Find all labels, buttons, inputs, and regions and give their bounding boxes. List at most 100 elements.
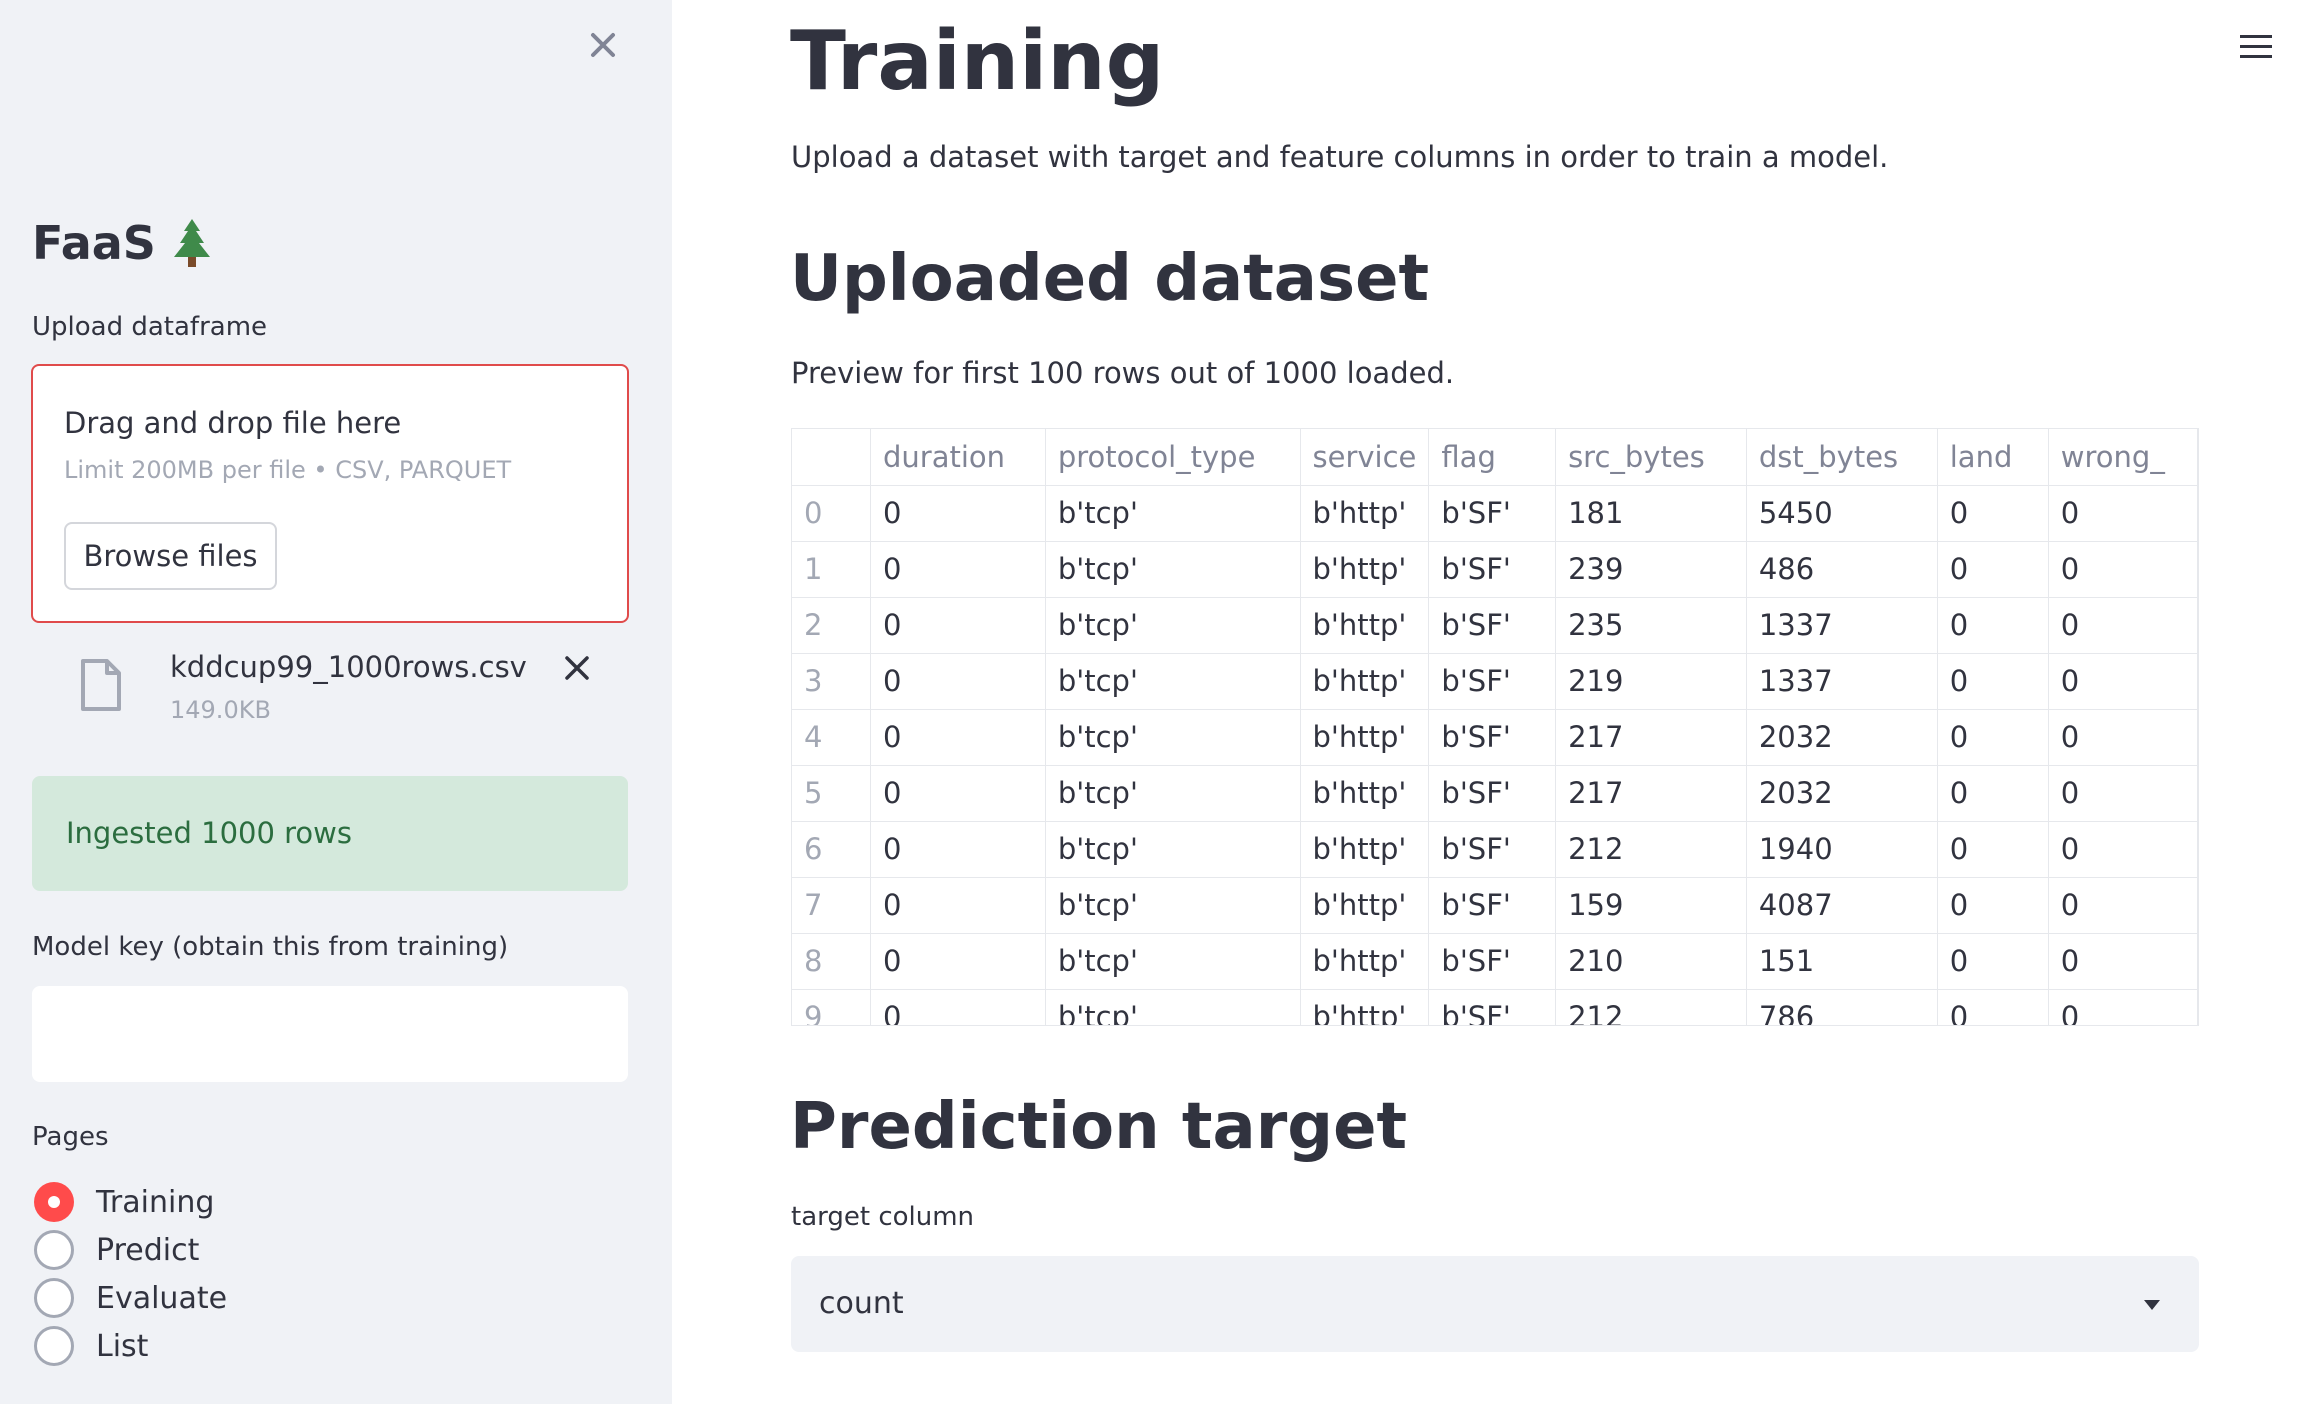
column-header[interactable]: land bbox=[1937, 429, 2049, 486]
row-index-cell[interactable]: 1 bbox=[792, 541, 872, 598]
target-column-select[interactable]: count bbox=[791, 1256, 2199, 1352]
page-radio-training[interactable]: Training bbox=[34, 1178, 227, 1226]
table-cell[interactable]: b'http' bbox=[1300, 653, 1430, 710]
table-cell[interactable]: b'tcp' bbox=[1045, 989, 1301, 1025]
table-row[interactable]: 3 0 b'tcp' b'http' b'SF' 219 1337 0 0 bbox=[792, 653, 2198, 710]
table-cell[interactable]: 0 bbox=[2048, 877, 2198, 934]
table-cell[interactable]: 0 bbox=[2048, 821, 2198, 878]
radio-unselected-icon[interactable] bbox=[34, 1278, 74, 1318]
table-cell[interactable]: 0 bbox=[2048, 933, 2198, 990]
column-header[interactable]: wrong_ bbox=[2048, 429, 2198, 486]
row-index-cell[interactable]: 9 bbox=[792, 989, 872, 1025]
table-cell[interactable]: 0 bbox=[2048, 653, 2198, 710]
table-cell[interactable]: 786 bbox=[1746, 989, 1938, 1025]
table-cell[interactable]: b'SF' bbox=[1428, 709, 1557, 766]
table-cell[interactable]: b'http' bbox=[1300, 989, 1430, 1025]
table-cell[interactable]: 0 bbox=[870, 821, 1046, 878]
table-cell[interactable]: 2032 bbox=[1746, 709, 1938, 766]
table-cell[interactable]: b'http' bbox=[1300, 933, 1430, 990]
page-radio-list[interactable]: List bbox=[34, 1322, 227, 1370]
table-cell[interactable]: 0 bbox=[2048, 765, 2198, 822]
table-row[interactable]: 4 0 b'tcp' b'http' b'SF' 217 2032 0 0 bbox=[792, 709, 2198, 766]
table-cell[interactable]: 0 bbox=[1937, 485, 2049, 542]
table-cell[interactable]: 0 bbox=[1937, 541, 2049, 598]
radio-unselected-icon[interactable] bbox=[34, 1230, 74, 1270]
row-index-cell[interactable]: 3 bbox=[792, 653, 872, 710]
table-cell[interactable]: 0 bbox=[870, 933, 1046, 990]
table-cell[interactable]: b'tcp' bbox=[1045, 821, 1301, 878]
browse-files-button[interactable]: Browse files bbox=[64, 522, 277, 590]
column-header[interactable] bbox=[792, 429, 872, 486]
table-cell[interactable]: b'tcp' bbox=[1045, 709, 1301, 766]
table-row[interactable]: 5 0 b'tcp' b'http' b'SF' 217 2032 0 0 bbox=[792, 765, 2198, 822]
table-cell[interactable]: 0 bbox=[1937, 877, 2049, 934]
table-cell[interactable]: 0 bbox=[870, 597, 1046, 654]
table-cell[interactable]: 217 bbox=[1555, 709, 1747, 766]
table-cell[interactable]: 181 bbox=[1555, 485, 1747, 542]
table-cell[interactable]: b'tcp' bbox=[1045, 485, 1301, 542]
table-cell[interactable]: 219 bbox=[1555, 653, 1747, 710]
table-cell[interactable]: b'http' bbox=[1300, 709, 1430, 766]
table-cell[interactable]: 1337 bbox=[1746, 653, 1938, 710]
hamburger-menu-icon[interactable] bbox=[2240, 32, 2272, 62]
table-cell[interactable]: b'tcp' bbox=[1045, 653, 1301, 710]
table-row[interactable]: 6 0 b'tcp' b'http' b'SF' 212 1940 0 0 bbox=[792, 821, 2198, 878]
table-cell[interactable]: 0 bbox=[870, 877, 1046, 934]
table-cell[interactable]: 2032 bbox=[1746, 765, 1938, 822]
row-index-cell[interactable]: 0 bbox=[792, 485, 872, 542]
table-row[interactable]: 7 0 b'tcp' b'http' b'SF' 159 4087 0 0 bbox=[792, 877, 2198, 934]
table-cell[interactable]: 217 bbox=[1555, 765, 1747, 822]
table-cell[interactable]: 0 bbox=[2048, 541, 2198, 598]
table-cell[interactable]: b'http' bbox=[1300, 597, 1430, 654]
table-cell[interactable]: 0 bbox=[1937, 765, 2049, 822]
table-cell[interactable]: 0 bbox=[870, 765, 1046, 822]
table-cell[interactable]: 212 bbox=[1555, 821, 1747, 878]
radio-selected-icon[interactable] bbox=[34, 1182, 74, 1222]
table-cell[interactable]: b'SF' bbox=[1428, 989, 1557, 1025]
table-cell[interactable]: b'http' bbox=[1300, 821, 1430, 878]
table-cell[interactable]: 0 bbox=[1937, 933, 2049, 990]
table-cell[interactable]: 212 bbox=[1555, 989, 1747, 1025]
table-cell[interactable]: b'tcp' bbox=[1045, 541, 1301, 598]
table-cell[interactable]: b'tcp' bbox=[1045, 597, 1301, 654]
table-cell[interactable]: b'SF' bbox=[1428, 541, 1557, 598]
row-index-cell[interactable]: 6 bbox=[792, 821, 872, 878]
table-cell[interactable]: b'SF' bbox=[1428, 597, 1557, 654]
table-row[interactable]: 8 0 b'tcp' b'http' b'SF' 210 151 0 0 bbox=[792, 933, 2198, 990]
table-cell[interactable]: b'http' bbox=[1300, 877, 1430, 934]
table-cell[interactable]: 486 bbox=[1746, 541, 1938, 598]
page-radio-predict[interactable]: Predict bbox=[34, 1226, 227, 1274]
table-cell[interactable]: 159 bbox=[1555, 877, 1747, 934]
column-header[interactable]: protocol_type bbox=[1045, 429, 1301, 486]
table-cell[interactable]: b'SF' bbox=[1428, 933, 1557, 990]
column-header[interactable]: service bbox=[1300, 429, 1430, 486]
column-header[interactable]: src_bytes bbox=[1555, 429, 1747, 486]
table-cell[interactable]: 1940 bbox=[1746, 821, 1938, 878]
table-cell[interactable]: b'http' bbox=[1300, 541, 1430, 598]
sidebar-close-icon[interactable] bbox=[586, 28, 620, 62]
table-row[interactable]: 2 0 b'tcp' b'http' b'SF' 235 1337 0 0 bbox=[792, 597, 2198, 654]
table-cell[interactable]: 0 bbox=[870, 709, 1046, 766]
table-cell[interactable]: b'tcp' bbox=[1045, 877, 1301, 934]
row-index-cell[interactable]: 4 bbox=[792, 709, 872, 766]
table-cell[interactable]: b'SF' bbox=[1428, 485, 1557, 542]
table-cell[interactable]: b'SF' bbox=[1428, 877, 1557, 934]
table-cell[interactable]: 235 bbox=[1555, 597, 1747, 654]
table-cell[interactable]: 0 bbox=[1937, 709, 2049, 766]
table-cell[interactable]: 0 bbox=[870, 653, 1046, 710]
row-index-cell[interactable]: 5 bbox=[792, 765, 872, 822]
table-cell[interactable]: b'SF' bbox=[1428, 765, 1557, 822]
row-index-cell[interactable]: 2 bbox=[792, 597, 872, 654]
column-header[interactable]: duration bbox=[870, 429, 1046, 486]
table-cell[interactable]: b'SF' bbox=[1428, 821, 1557, 878]
table-row[interactable]: 9 0 b'tcp' b'http' b'SF' 212 786 0 0 bbox=[792, 989, 2198, 1025]
table-cell[interactable]: b'tcp' bbox=[1045, 933, 1301, 990]
table-cell[interactable]: 239 bbox=[1555, 541, 1747, 598]
table-cell[interactable]: 0 bbox=[1937, 597, 2049, 654]
table-row[interactable]: 1 0 b'tcp' b'http' b'SF' 239 486 0 0 bbox=[792, 541, 2198, 598]
remove-file-close-icon[interactable] bbox=[559, 650, 595, 686]
table-row[interactable]: 0 0 b'tcp' b'http' b'SF' 181 5450 0 0 bbox=[792, 485, 2198, 542]
dataset-table[interactable]: duration protocol_type service flag src_… bbox=[791, 428, 2199, 1026]
table-cell[interactable]: b'SF' bbox=[1428, 653, 1557, 710]
table-cell[interactable]: 0 bbox=[2048, 989, 2198, 1025]
